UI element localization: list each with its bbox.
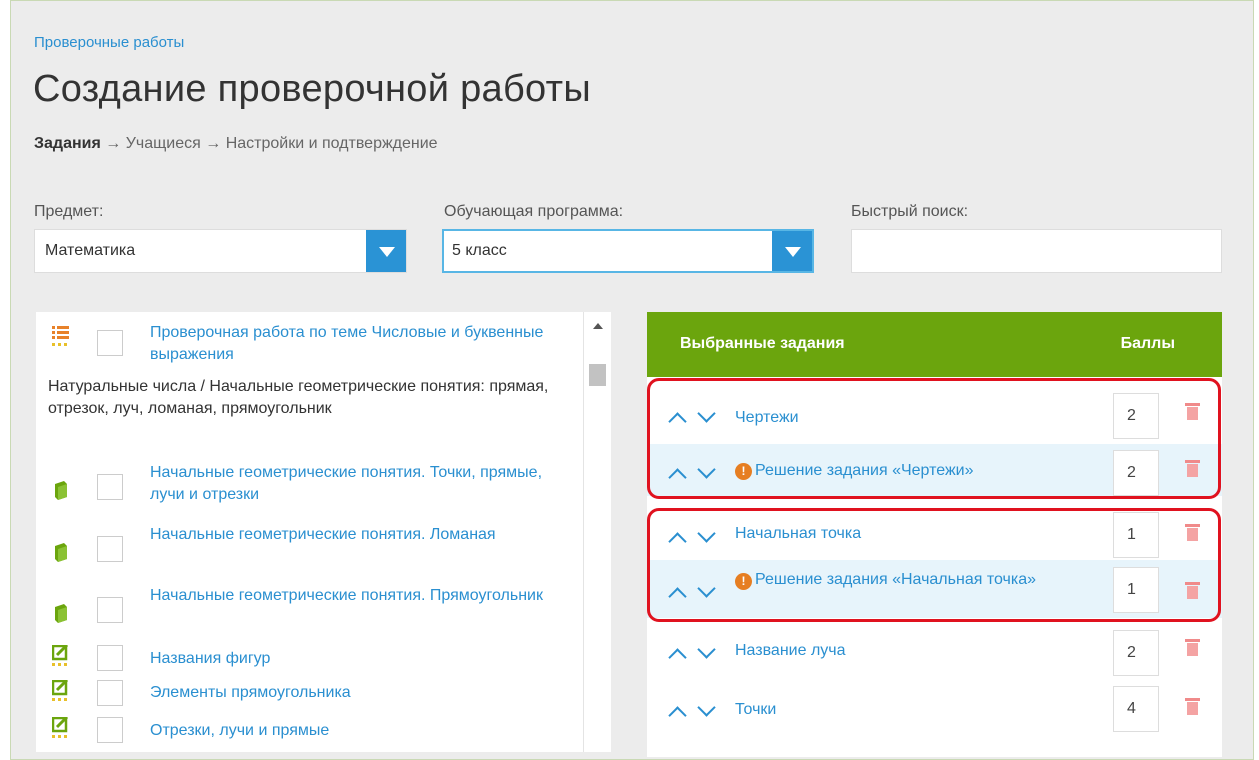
- selected-task-row: Название луча 2: [647, 625, 1222, 679]
- step-students[interactable]: Учащиеся: [126, 135, 201, 152]
- book-icon: [55, 481, 67, 500]
- task-link[interactable]: Точки: [735, 700, 776, 720]
- selected-tasks-header: Выбранные задания Баллы: [647, 312, 1222, 377]
- chevron-down-icon[interactable]: [772, 231, 812, 271]
- step-arrow: →: [205, 135, 222, 152]
- points-input[interactable]: 4: [1113, 686, 1159, 732]
- edit-task-icon: [52, 717, 69, 738]
- program-label: Обучающая программа:: [444, 203, 624, 220]
- selected-task-row: Точки 4: [647, 683, 1222, 743]
- page-title: Создание проверочной работы: [33, 68, 591, 110]
- item-checkbox[interactable]: [97, 474, 123, 500]
- item-checkbox[interactable]: [97, 680, 123, 706]
- breadcrumb-link[interactable]: Проверочные работы: [34, 34, 184, 51]
- step-arrow: →: [105, 135, 122, 152]
- highlight-box: [647, 378, 1221, 499]
- edit-task-icon: [52, 645, 69, 666]
- subject-value: Математика: [45, 242, 136, 259]
- quick-search-input[interactable]: [851, 229, 1222, 273]
- search-label: Быстрый поиск:: [851, 203, 969, 220]
- scroll-thumb[interactable]: [589, 364, 606, 386]
- item-link[interactable]: Проверочная работа по теме Числовые и бу…: [150, 322, 570, 366]
- move-down-icon[interactable]: [697, 698, 716, 717]
- program-select[interactable]: 5 класс: [442, 229, 814, 273]
- subject-select[interactable]: Математика: [34, 229, 407, 273]
- trash-icon[interactable]: [1185, 639, 1200, 656]
- subject-label: Предмет:: [34, 203, 104, 220]
- item-checkbox[interactable]: [97, 717, 123, 743]
- highlight-box: [647, 508, 1221, 622]
- book-icon: [55, 543, 67, 562]
- item-link[interactable]: Элементы прямоугольника: [150, 682, 550, 704]
- item-checkbox[interactable]: [97, 330, 123, 356]
- task-catalog-list: Проверочная работа по теме Числовые и бу…: [36, 312, 611, 752]
- item-checkbox[interactable]: [97, 536, 123, 562]
- trash-icon[interactable]: [1185, 698, 1200, 715]
- item-checkbox[interactable]: [97, 645, 123, 671]
- step-current: Задания: [34, 135, 101, 152]
- item-link[interactable]: Начальные геометрические понятия. Прямоу…: [150, 585, 550, 607]
- test-list-icon: [52, 326, 69, 346]
- move-down-icon[interactable]: [697, 640, 716, 659]
- item-link[interactable]: Начальные геометрические понятия. Точки,…: [150, 462, 570, 506]
- book-icon: [55, 604, 67, 623]
- item-link[interactable]: Начальные геометрические понятия. Ломана…: [150, 524, 550, 546]
- step-settings[interactable]: Настройки и подтверждение: [226, 135, 438, 152]
- section-heading: Натуральные числа / Начальные геометриче…: [48, 378, 549, 417]
- item-link[interactable]: Названия фигур: [150, 648, 550, 670]
- move-up-icon[interactable]: [668, 648, 687, 667]
- points-input[interactable]: 2: [1113, 630, 1159, 676]
- list-scrollbar[interactable]: [583, 312, 611, 752]
- selected-tasks-title: Выбранные задания: [680, 335, 845, 352]
- edit-task-icon: [52, 680, 69, 701]
- program-value: 5 класс: [452, 242, 507, 259]
- scroll-up-icon[interactable]: [593, 323, 603, 329]
- item-checkbox[interactable]: [97, 597, 123, 623]
- chevron-down-icon[interactable]: [366, 230, 406, 272]
- item-link[interactable]: Отрезки, лучи и прямые: [150, 720, 550, 742]
- points-column-title: Баллы: [1120, 335, 1175, 352]
- move-up-icon[interactable]: [668, 706, 687, 725]
- wizard-steps: Задания → Учащиеся → Настройки и подтвер…: [34, 135, 438, 153]
- task-link[interactable]: Название луча: [735, 641, 846, 661]
